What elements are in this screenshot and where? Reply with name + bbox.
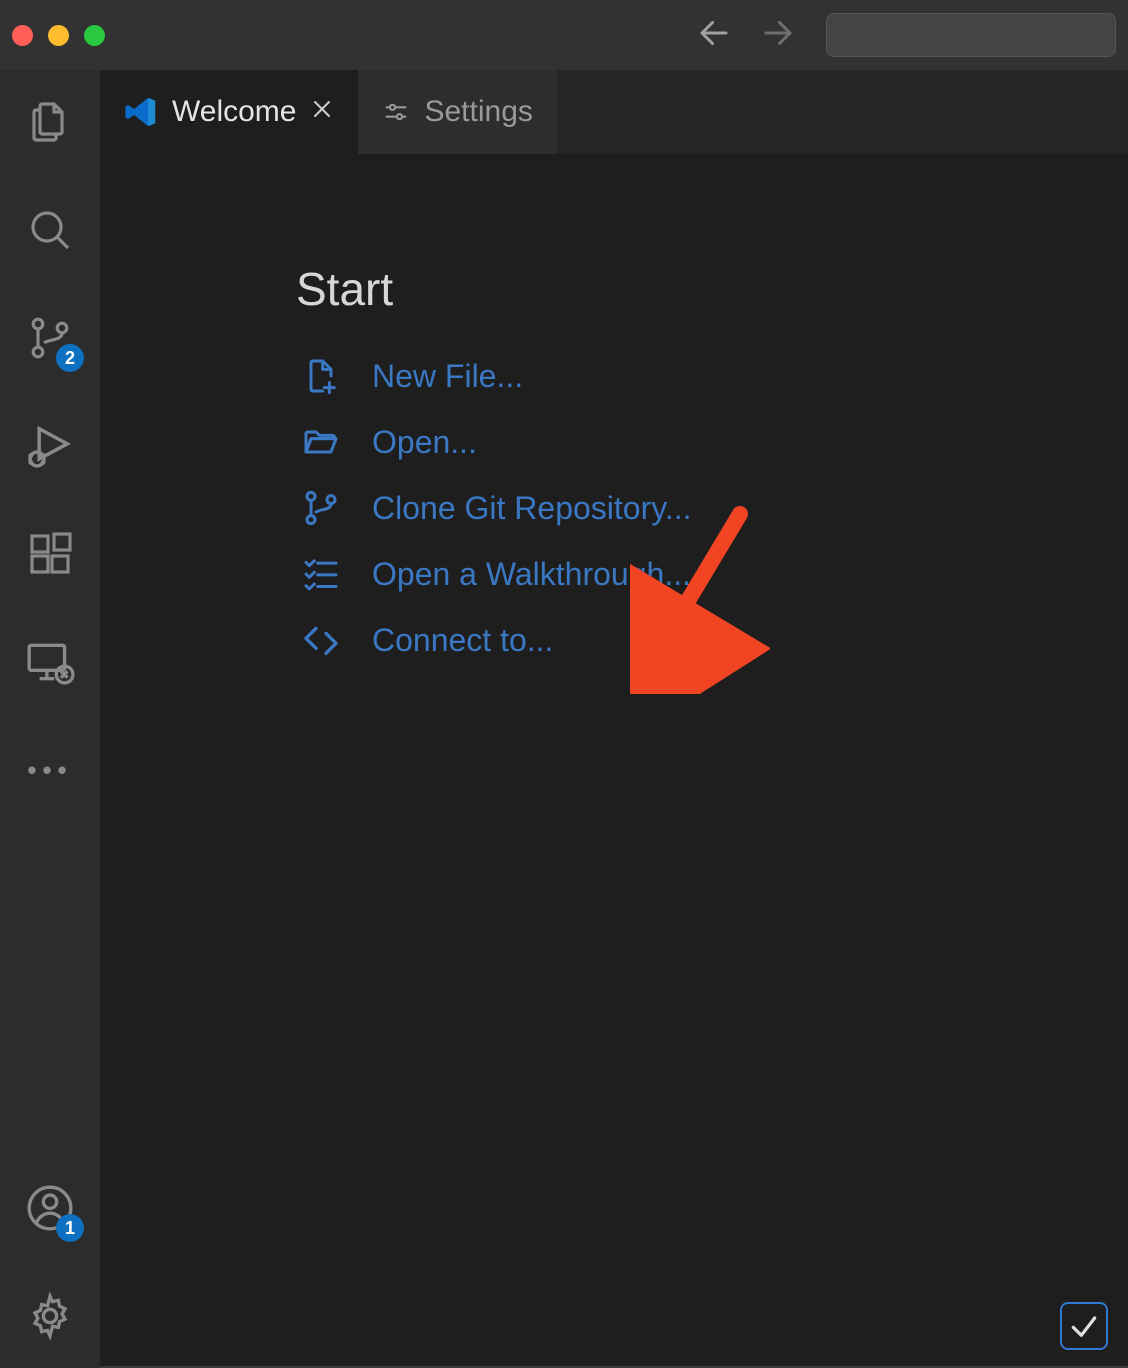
activity-run-debug[interactable] xyxy=(22,418,78,474)
welcome-page: Start New File... Open... xyxy=(100,154,1128,1368)
accounts-badge: 1 xyxy=(56,1214,84,1242)
start-walkthrough-label: Open a Walkthrough... xyxy=(372,556,691,593)
nav-forward-button[interactable] xyxy=(760,15,796,56)
scm-badge: 2 xyxy=(56,344,84,372)
tab-settings[interactable]: Settings xyxy=(358,70,556,154)
tab-welcome-label: Welcome xyxy=(172,95,296,129)
activitybar: 2 ••• 1 xyxy=(0,70,100,1368)
start-open[interactable]: Open... xyxy=(296,422,1128,462)
activity-search[interactable] xyxy=(22,202,78,258)
extensions-icon xyxy=(26,530,74,578)
command-center[interactable] xyxy=(826,13,1116,57)
minimize-window-button[interactable] xyxy=(48,25,69,46)
activity-explorer[interactable] xyxy=(22,94,78,150)
files-icon xyxy=(26,98,74,146)
start-new-file[interactable]: New File... xyxy=(296,356,1128,396)
start-walkthrough[interactable]: Open a Walkthrough... xyxy=(296,554,1128,594)
welcome-toggle-checkbox[interactable] xyxy=(1060,1302,1108,1350)
start-list: New File... Open... Clone Git Repository… xyxy=(296,356,1128,660)
search-icon xyxy=(26,206,74,254)
checklist-icon xyxy=(296,554,346,594)
section-title-start: Start xyxy=(296,262,1128,316)
remote-icon xyxy=(25,637,75,687)
window-controls xyxy=(12,25,105,46)
folder-open-icon xyxy=(296,422,346,462)
new-file-icon xyxy=(296,356,346,396)
start-clone-git-label: Clone Git Repository... xyxy=(372,490,692,527)
remote-connect-icon xyxy=(296,620,346,660)
editor-area: Welcome Settings Start New File.. xyxy=(100,70,1128,1368)
git-branch-icon xyxy=(296,488,346,528)
play-bug-icon xyxy=(24,420,76,472)
close-icon xyxy=(310,97,334,121)
activity-remote-explorer[interactable] xyxy=(22,634,78,690)
start-connect-label: Connect to... xyxy=(372,622,553,659)
tab-settings-label: Settings xyxy=(424,95,532,129)
activity-settings[interactable] xyxy=(22,1288,78,1344)
tab-welcome-close[interactable] xyxy=(310,95,334,129)
tabbar: Welcome Settings xyxy=(100,70,1128,154)
nav-back-button[interactable] xyxy=(696,15,732,56)
fullscreen-window-button[interactable] xyxy=(84,25,105,46)
vscode-logo-icon xyxy=(124,95,158,129)
start-open-label: Open... xyxy=(372,424,477,461)
nav-arrows xyxy=(696,15,796,56)
titlebar xyxy=(0,0,1128,70)
activity-extensions[interactable] xyxy=(22,526,78,582)
start-clone-git[interactable]: Clone Git Repository... xyxy=(296,488,1128,528)
activity-source-control[interactable]: 2 xyxy=(22,310,78,366)
gear-icon xyxy=(25,1291,75,1341)
check-icon xyxy=(1068,1310,1100,1342)
activity-accounts[interactable]: 1 xyxy=(22,1180,78,1236)
activity-more[interactable]: ••• xyxy=(22,742,78,798)
sliders-icon xyxy=(382,98,410,126)
close-window-button[interactable] xyxy=(12,25,33,46)
ellipsis-icon: ••• xyxy=(27,755,72,786)
start-new-file-label: New File... xyxy=(372,358,523,395)
tab-welcome[interactable]: Welcome xyxy=(100,70,358,154)
start-connect[interactable]: Connect to... xyxy=(296,620,1128,660)
